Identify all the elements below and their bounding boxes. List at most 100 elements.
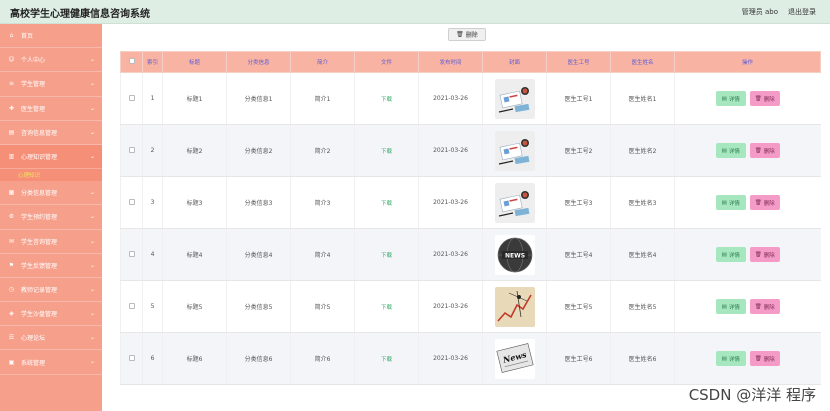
row-checkbox[interactable] xyxy=(128,94,135,101)
row-select-cell[interactable] xyxy=(120,228,143,281)
sidebar-item-label: 学生反馈管理 xyxy=(21,262,58,270)
download-link[interactable]: 下载 xyxy=(381,97,392,103)
download-link[interactable]: 下载 xyxy=(381,357,392,363)
cover-image xyxy=(483,286,546,327)
sidebar-item-10[interactable]: ◷ 教师记录管理 ⌄ xyxy=(0,278,102,303)
data-table: 索引 标题 分类信息 简介 文件 发布时间 封面 医生工号 医生姓名 操作 1 标题1 分类信息1 简介… xyxy=(120,51,821,385)
chevron-down-icon: ⌄ xyxy=(89,56,95,64)
sidebar-item-5[interactable]: ▥ 心理知识管理 ⌄ xyxy=(0,144,102,170)
sidebar-item-label: 心理知识管理 xyxy=(21,154,58,162)
detail-button[interactable]: ▤ 详情 xyxy=(715,91,746,106)
cell-file: 下载 xyxy=(354,332,419,385)
table-row: 1 标题1 分类信息1 简介1 下载 2021-03-26 医生工号1 医生姓名1 ▤ 详情 🗑 删除 xyxy=(120,72,821,125)
detail-icon: ▤ xyxy=(721,95,727,102)
sidebar-item-1[interactable]: ☺ 个人中心 ⌄ xyxy=(0,48,102,73)
cell-doctor-id: 医生工号2 xyxy=(546,124,611,177)
chevron-down-icon: ⌄ xyxy=(89,237,95,245)
row-checkbox[interactable] xyxy=(128,146,135,153)
cell-title: 标题5 xyxy=(162,280,227,333)
detail-label: 详情 xyxy=(728,96,740,103)
detail-button[interactable]: ▤ 详情 xyxy=(715,143,746,158)
sidebar-item-0[interactable]: ⌂ 首页 xyxy=(0,24,102,49)
detail-label: 详情 xyxy=(728,356,740,363)
logout-link[interactable]: 退出登录 xyxy=(788,7,816,17)
download-link[interactable]: 下载 xyxy=(381,253,392,259)
cell-actions: ▤ 详情 🗑 删除 xyxy=(674,332,821,385)
column-header[interactable]: 索引 xyxy=(142,51,163,73)
delete-button[interactable]: 🗑 删除 xyxy=(749,91,780,106)
cover-image xyxy=(483,182,546,223)
sidebar-item-8[interactable]: ✉ 学生咨询管理 ⌄ xyxy=(0,230,102,254)
detail-button[interactable]: ▤ 详情 xyxy=(715,351,746,366)
cell-cover xyxy=(482,72,547,125)
select-all-checkbox[interactable] xyxy=(128,58,135,64)
chevron-down-icon: ⌄ xyxy=(89,261,95,269)
sidebar-item-13[interactable]: ▣ 系统管理 ⌄ xyxy=(0,350,102,375)
detail-icon: ▤ xyxy=(721,147,727,154)
row-select-cell[interactable] xyxy=(120,280,143,333)
sidebar-item-7[interactable]: ⚙ 学生预约管理 ⌄ xyxy=(0,205,102,230)
row-checkbox[interactable] xyxy=(128,354,135,361)
column-header[interactable]: 封面 xyxy=(482,51,547,73)
cell-file: 下载 xyxy=(354,280,419,333)
row-checkbox[interactable] xyxy=(128,250,135,257)
sidebar-item-6[interactable]: ▦ 分类信息管理 ⌄ xyxy=(0,181,102,206)
cell-category: 分类信息6 xyxy=(226,332,291,385)
clock-icon: ◷ xyxy=(8,285,15,293)
sidebar-subitem[interactable]: 心理知识 xyxy=(0,169,102,182)
table-row: 4 标题4 分类信息4 简介4 下载 2021-03-26 NEWS 医生工号4 医生姓名4 ▤ 详… xyxy=(120,228,821,281)
row-select-cell[interactable] xyxy=(120,332,143,385)
cell-cover xyxy=(482,176,547,229)
row-checkbox[interactable] xyxy=(128,302,135,309)
sidebar-item-label: 教师记录管理 xyxy=(21,286,58,294)
row-checkbox[interactable] xyxy=(128,198,135,205)
row-select-cell[interactable] xyxy=(120,72,143,125)
cell-date: 2021-03-26 xyxy=(418,72,483,125)
sidebar-item-2[interactable]: ≡ 学生管理 ⌄ xyxy=(0,72,102,97)
column-header[interactable]: 简介 xyxy=(290,51,355,73)
cover-image xyxy=(483,78,546,119)
list-icon: ≡ xyxy=(8,80,15,88)
chevron-down-icon: ⌄ xyxy=(89,334,95,342)
column-header[interactable]: 标题 xyxy=(162,51,227,73)
column-header[interactable]: 文件 xyxy=(354,51,419,73)
detail-button[interactable]: ▤ 详情 xyxy=(715,247,746,262)
home-icon: ⌂ xyxy=(9,32,14,40)
cell-doctor-name: 医生姓名2 xyxy=(610,124,675,177)
delete-label: 删除 xyxy=(763,96,775,103)
detail-button[interactable]: ▤ 详情 xyxy=(715,195,746,210)
chevron-down-icon: ⌄ xyxy=(89,189,95,197)
delete-button[interactable]: 🗑 删除 xyxy=(749,195,780,210)
grid-icon: ▦ xyxy=(8,189,15,197)
delete-button[interactable]: 🗑 删除 xyxy=(749,299,780,314)
sidebar-item-label: 系统管理 xyxy=(21,359,46,367)
sidebar-item-4[interactable]: ▤ 咨询信息管理 ⌄ xyxy=(0,121,102,145)
column-header[interactable]: 发布时间 xyxy=(418,51,483,73)
sidebar-item-11[interactable]: ◈ 学生沙盘管理 ⌄ xyxy=(0,302,102,327)
sidebar-item-12[interactable]: ☰ 心理论坛 ⌄ xyxy=(0,326,102,351)
detail-button[interactable]: ▤ 详情 xyxy=(715,299,746,314)
sidebar-item-9[interactable]: ⚑ 学生反馈管理 ⌄ xyxy=(0,254,102,278)
download-link[interactable]: 下载 xyxy=(381,201,392,207)
select-all-cell[interactable] xyxy=(120,51,143,73)
column-header[interactable]: 分类信息 xyxy=(226,51,291,73)
download-link[interactable]: 下载 xyxy=(381,305,392,311)
batch-delete-button[interactable]: 🗑 删除 xyxy=(448,28,486,41)
row-select-cell[interactable] xyxy=(120,124,143,177)
delete-button[interactable]: 🗑 删除 xyxy=(749,143,780,158)
cell-title: 标题6 xyxy=(162,332,227,385)
admin-label: 管理员 abo xyxy=(741,8,778,16)
column-header[interactable]: 医生工号 xyxy=(546,51,611,73)
delete-button[interactable]: 🗑 删除 xyxy=(749,247,780,262)
sidebar-item-3[interactable]: ✚ 医生管理 ⌄ xyxy=(0,97,102,121)
cell-file: 下载 xyxy=(354,176,419,229)
column-header[interactable]: 医生姓名 xyxy=(610,51,675,73)
cell-date: 2021-03-26 xyxy=(418,332,483,385)
cell-date: 2021-03-26 xyxy=(418,124,483,177)
row-select-cell[interactable] xyxy=(120,176,143,229)
detail-icon: ▤ xyxy=(721,199,727,206)
sidebar-item-label: 学生沙盘管理 xyxy=(21,311,58,319)
download-link[interactable]: 下载 xyxy=(381,149,392,155)
delete-button[interactable]: 🗑 删除 xyxy=(749,351,780,366)
cover-image: News xyxy=(483,338,546,379)
